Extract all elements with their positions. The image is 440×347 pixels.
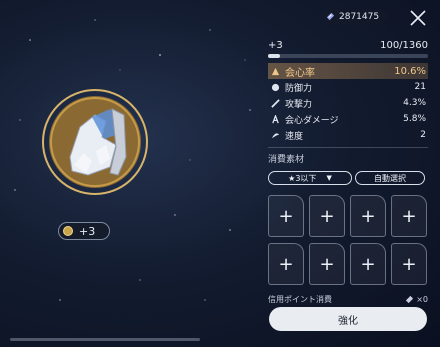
crit-damage-icon (272, 114, 279, 123)
current-level: +3 (268, 40, 283, 51)
materials-title: 消費素材 (268, 155, 305, 165)
exp-bar-fill (268, 54, 280, 58)
auto-select-label: 自動選択 (374, 173, 406, 183)
crit-rate-icon (271, 67, 280, 75)
add-icon: + (278, 205, 294, 227)
chevron-down-icon: ▼ (326, 174, 332, 182)
credit-cost-value: ×0 (416, 295, 428, 304)
exp-bar (268, 54, 428, 58)
horizontal-scrollbar[interactable] (10, 338, 200, 341)
relic-level-label: +3 (79, 224, 96, 238)
material-slot[interactable]: + (391, 195, 427, 237)
material-slot[interactable]: + (268, 243, 304, 285)
star-rail-pass-icon (326, 12, 335, 21)
sub-stat-name: 速度 (285, 131, 304, 142)
material-slot[interactable]: + (391, 243, 427, 285)
relic-gloves-icon (42, 89, 148, 195)
rarity-filter-label: ★3以下 (288, 173, 317, 183)
rarity-filter-dropdown[interactable]: ★3以下 ▼ (268, 171, 352, 185)
main-stat-row: 会心率 10.6% (268, 63, 428, 79)
materials-filter-row: ★3以下 ▼ 自動選択 (268, 171, 428, 185)
currency-amount: 2871475 (339, 11, 380, 22)
speed-icon (271, 132, 280, 138)
sub-stat-row: 防御力 21 (268, 79, 428, 95)
level-row: +3 100/1360 (268, 40, 428, 51)
credit-cost-label: 信用ポイント消費 (268, 295, 332, 304)
material-slot[interactable]: + (350, 195, 386, 237)
add-icon: + (319, 205, 335, 227)
material-slot[interactable]: + (268, 195, 304, 237)
add-icon: + (278, 253, 294, 275)
exp-text: 100/1360 (380, 40, 428, 51)
sub-stat-value: 4.3% (403, 98, 426, 108)
material-slot[interactable]: + (350, 243, 386, 285)
sub-stat-name: 攻撃力 (285, 99, 313, 110)
relic-display (40, 87, 150, 197)
material-slots: + + + + + + + + (268, 195, 428, 285)
sub-stat-name: 会心ダメージ (285, 115, 339, 126)
credit-cost-amount: ×0 (405, 294, 428, 305)
sub-stat-value: 2 (420, 130, 426, 140)
sub-stat-value: 5.8% (403, 114, 426, 124)
auto-select-button[interactable]: 自動選択 (355, 171, 425, 185)
close-icon[interactable] (407, 8, 429, 28)
sub-stat-name: 防御力 (285, 83, 313, 94)
sub-stat-row: 攻撃力 4.3% (268, 95, 428, 111)
add-icon: + (401, 205, 417, 227)
sub-stat-value: 21 (414, 82, 426, 92)
add-icon: + (401, 253, 417, 275)
main-stat-value: 10.6% (394, 65, 426, 77)
enhance-button[interactable]: 強化 (269, 307, 427, 331)
credit-icon (406, 295, 414, 304)
defense-icon (271, 83, 280, 91)
sub-stat-row: 速度 2 (268, 127, 428, 143)
main-stat-name: 会心率 (285, 67, 315, 79)
material-slot[interactable]: + (309, 195, 345, 237)
divider (268, 147, 428, 148)
relic-level-badge: +3 (58, 222, 110, 240)
enhance-panel: +3 100/1360 会心率 10.6% 防御力 21 攻撃力 4.3% 会心… (268, 40, 428, 185)
relic-level-icon (63, 226, 73, 236)
attack-icon (271, 98, 280, 108)
sub-stat-row: 会心ダメージ 5.8% (268, 111, 428, 127)
material-slot[interactable]: + (309, 243, 345, 285)
add-icon: + (360, 205, 376, 227)
enhance-button-label: 強化 (338, 315, 358, 327)
currency-display: 2871475 (322, 9, 388, 24)
add-icon: + (360, 253, 376, 275)
add-icon: + (319, 253, 335, 275)
credit-cost-row: 信用ポイント消費 ×0 (268, 294, 428, 305)
